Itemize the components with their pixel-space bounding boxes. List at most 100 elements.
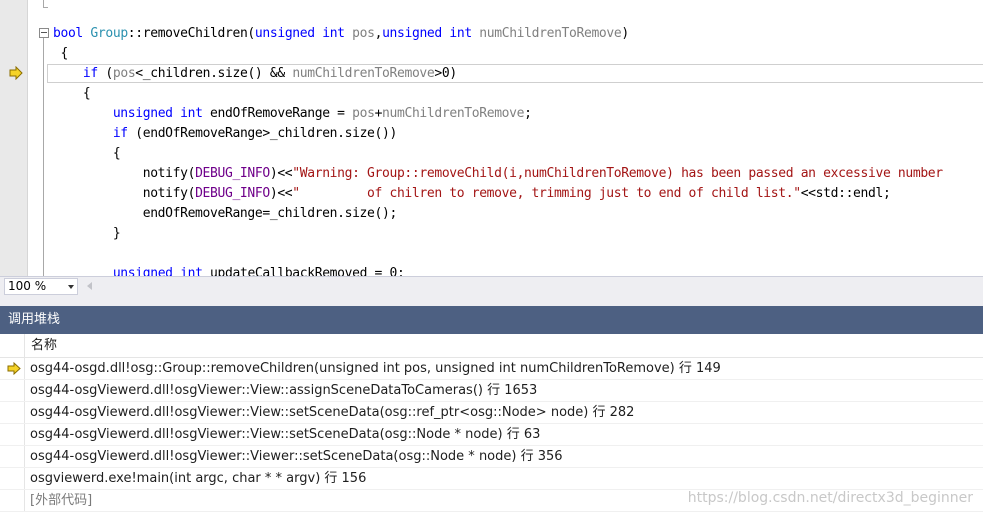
- code-token: >0): [434, 66, 457, 81]
- call-stack-title: 调用堆栈: [0, 306, 983, 334]
- code-line[interactable]: unsigned int endOfRemoveRange = pos+numC…: [53, 104, 943, 124]
- call-stack-row[interactable]: osgviewerd.exe!main(int argc, char * * a…: [0, 468, 983, 490]
- call-stack-frame-label: osg44-osgViewerd.dll!osgViewer::View::se…: [30, 427, 541, 442]
- code-token: int: [180, 266, 203, 276]
- code-editor[interactable]: bool Group::removeChildren(unsigned int …: [0, 0, 983, 276]
- call-stack-frame-label: osg44-osgViewerd.dll!osgViewer::Viewer::…: [30, 449, 563, 464]
- code-token: )<<: [269, 166, 293, 181]
- code-token: " of chilren to remove, trimming just to…: [292, 186, 801, 201]
- code-token: {: [53, 46, 68, 61]
- call-stack-frame-label: osg44-osgViewerd.dll!osgViewer::View::se…: [30, 405, 635, 420]
- call-stack-row[interactable]: osg44-osgViewerd.dll!osgViewer::View::se…: [0, 424, 983, 446]
- code-token: "Warning: Group::removeChild(i,numChildr…: [292, 166, 943, 181]
- code-token: (: [97, 66, 113, 81]
- header-gutter: [0, 334, 25, 357]
- code-token: Group: [90, 26, 128, 41]
- row-gutter: [0, 446, 25, 467]
- call-stack-frame-label: osg44-osgd.dll!osg::Group::removeChildre…: [30, 361, 721, 376]
- code-token: pos: [352, 106, 375, 121]
- code-token: DEBUG_INFO: [195, 166, 270, 181]
- chevron-down-icon[interactable]: [68, 285, 74, 289]
- code-token: notify(: [53, 186, 196, 201]
- code-token: endOfRemoveRange =: [202, 106, 353, 121]
- code-line[interactable]: [53, 244, 943, 264]
- call-stack-row[interactable]: osg44-osgViewerd.dll!osgViewer::Viewer::…: [0, 446, 983, 468]
- collapse-toggle[interactable]: [39, 28, 49, 38]
- code-line[interactable]: {: [53, 44, 943, 64]
- code-token: numChildrenToRemove: [382, 106, 525, 121]
- code-token: {: [53, 146, 121, 161]
- code-token: <<std::endl;: [800, 186, 891, 201]
- code-token: numChildrenToRemove: [292, 66, 435, 81]
- code-token: )<<: [269, 186, 293, 201]
- code-token: updateCallbackRemoved = 0;: [202, 266, 405, 276]
- code-line[interactable]: notify(DEBUG_INFO)<<" of chilren to remo…: [53, 184, 943, 204]
- column-name-header[interactable]: 名称: [31, 334, 57, 357]
- code-token: endOfRemoveRange=_children.size();: [53, 206, 398, 221]
- code-token: }: [53, 226, 121, 241]
- code-token: pos: [112, 66, 136, 81]
- current-frame-arrow-icon: [7, 362, 21, 375]
- code-line[interactable]: }: [53, 224, 943, 244]
- code-token: {: [53, 86, 91, 101]
- code-line[interactable]: {: [53, 84, 943, 104]
- code-token: (endOfRemoveRange>_children.size()): [127, 126, 397, 141]
- call-stack-rows: osg44-osgd.dll!osg::Group::removeChildre…: [0, 358, 983, 512]
- code-token: +: [374, 106, 383, 121]
- code-token: int: [180, 106, 203, 121]
- call-stack-frame-label: osg44-osgViewerd.dll!osgViewer::View::as…: [30, 383, 538, 398]
- row-gutter: [0, 380, 25, 401]
- code-token: unsigned: [382, 26, 442, 41]
- code-token: ;: [524, 106, 532, 121]
- code-text[interactable]: bool Group::removeChildren(unsigned int …: [53, 24, 943, 276]
- row-gutter: [0, 424, 25, 445]
- code-token: DEBUG_INFO: [195, 186, 270, 201]
- code-token: int: [449, 26, 472, 41]
- outline-guide: [43, 38, 44, 276]
- call-stack-row[interactable]: osg44-osgViewerd.dll!osgViewer::View::se…: [0, 402, 983, 424]
- zoom-value: 100 %: [8, 279, 47, 293]
- code-token: unsigned: [112, 106, 173, 121]
- code-token: if: [112, 126, 128, 141]
- code-token: ,: [374, 26, 383, 41]
- code-token: ::removeChildren(: [127, 26, 255, 41]
- row-gutter: [0, 468, 25, 489]
- call-stack-frame-label: [外部代码]: [30, 493, 93, 508]
- code-line[interactable]: notify(DEBUG_INFO)<<"Warning: Group::rem…: [53, 164, 943, 184]
- call-stack-row[interactable]: osg44-osgd.dll!osg::Group::removeChildre…: [0, 358, 983, 380]
- call-stack-header: 名称: [0, 334, 983, 358]
- outline-guide: [43, 0, 48, 8]
- code-line[interactable]: {: [53, 144, 943, 164]
- zoom-select[interactable]: 100 %: [4, 278, 78, 295]
- row-gutter: [0, 402, 25, 423]
- current-statement-arrow-icon: [9, 66, 23, 80]
- code-line[interactable]: endOfRemoveRange=_children.size();: [53, 204, 943, 224]
- editor-status-bar: 100 %: [0, 276, 983, 297]
- panel-splitter[interactable]: [0, 296, 983, 306]
- code-line[interactable]: bool Group::removeChildren(unsigned int …: [53, 24, 943, 44]
- row-gutter: [0, 490, 25, 511]
- call-stack-frame-label: osgviewerd.exe!main(int argc, char * * a…: [30, 471, 367, 486]
- code-token: unsigned: [112, 266, 173, 276]
- code-line[interactable]: if (endOfRemoveRange>_children.size()): [53, 124, 943, 144]
- code-token: ): [621, 26, 629, 41]
- code-token: bool: [53, 26, 83, 41]
- code-token: numChildrenToRemove: [479, 26, 622, 41]
- watermark: https://blog.csdn.net/directx3d_beginner: [687, 490, 973, 506]
- call-stack-row[interactable]: osg44-osgViewerd.dll!osgViewer::View::as…: [0, 380, 983, 402]
- call-stack-panel: 名称 osg44-osgd.dll!osg::Group::removeChil…: [0, 334, 983, 514]
- code-token: unsigned: [254, 26, 315, 41]
- code-token: if: [82, 66, 98, 81]
- code-token: notify(: [53, 166, 196, 181]
- scroll-left-icon[interactable]: [87, 282, 92, 290]
- code-token: <_children.size() &&: [135, 66, 293, 81]
- indicator-margin[interactable]: [0, 0, 28, 276]
- code-token: pos: [352, 26, 375, 41]
- code-line[interactable]: unsigned int updateCallbackRemoved = 0;: [53, 264, 943, 276]
- code-line[interactable]: if (pos<_children.size() && numChildrenT…: [53, 64, 943, 84]
- code-token: int: [322, 26, 345, 41]
